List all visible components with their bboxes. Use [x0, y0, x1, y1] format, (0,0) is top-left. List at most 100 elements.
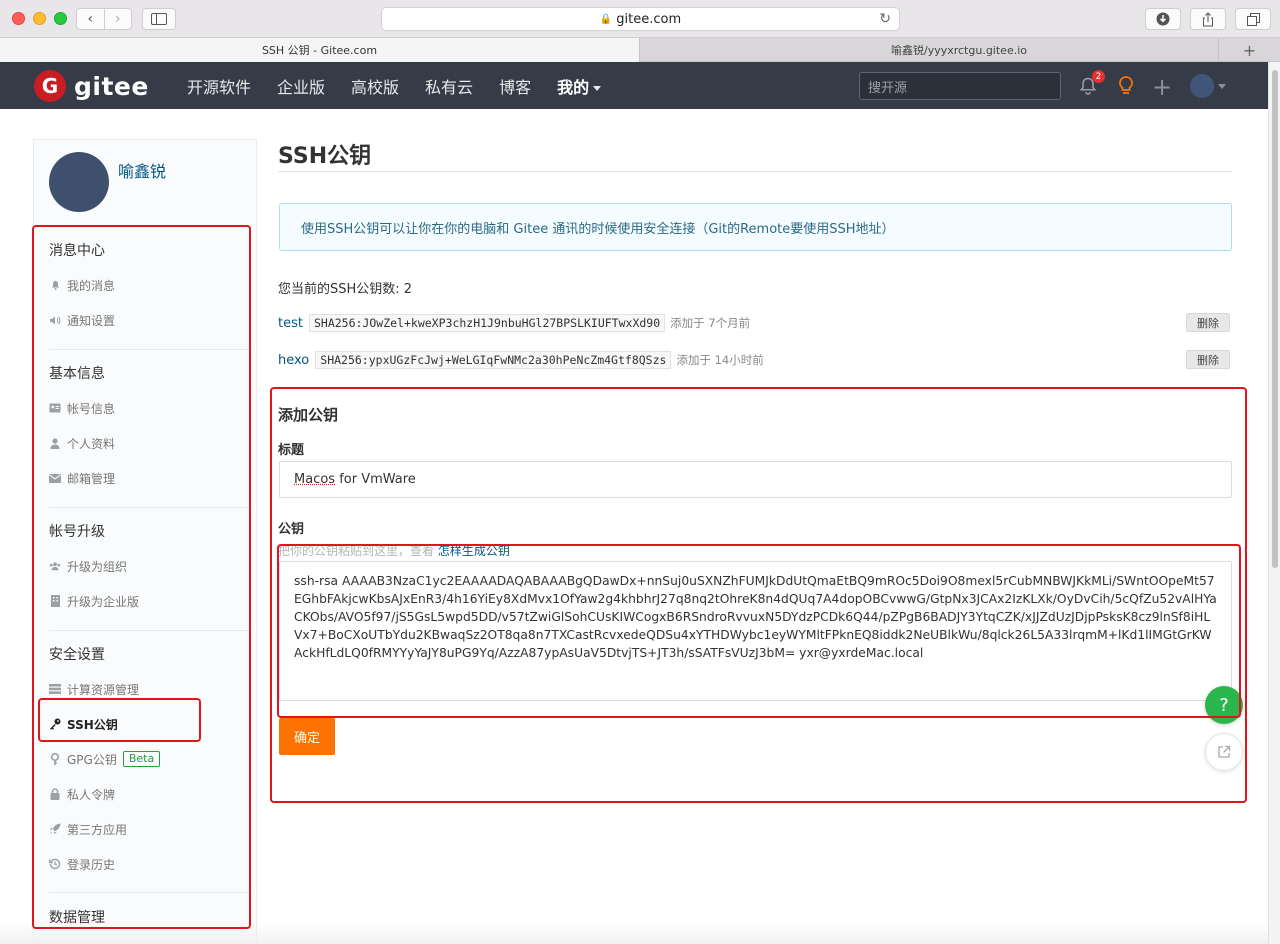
nav-open-source[interactable]: 开源软件 — [187, 74, 251, 98]
lightbulb-icon[interactable] — [1116, 75, 1136, 97]
minimize-window-button[interactable] — [33, 12, 46, 25]
sidebar-item-label: 我的消息 — [67, 278, 116, 293]
history-nav: ‹ › — [76, 8, 132, 30]
external-link-icon — [1218, 745, 1231, 758]
history-icon — [49, 858, 61, 870]
lock-icon — [49, 788, 61, 800]
ssh-key-fingerprint: SHA256:JOwZel+kweXP3chzH1J9nbuHGl27BPSLK… — [308, 314, 666, 332]
sidebar-item-account-info[interactable]: 帐号信息 — [49, 399, 115, 417]
sidebar-item-ssh-keys[interactable]: SSH公钥 — [49, 715, 118, 733]
delete-key-button[interactable]: 删除 — [1186, 313, 1230, 332]
gpg-key-icon — [49, 753, 61, 765]
share-icon[interactable] — [1190, 8, 1226, 30]
delete-key-button[interactable]: 删除 — [1186, 350, 1230, 369]
bell-icon — [49, 279, 61, 291]
sidebar-item-compute-resources[interactable]: 计算资源管理 — [49, 680, 139, 698]
help-button[interactable]: ? — [1205, 686, 1243, 724]
person-icon — [49, 437, 61, 449]
key-title-input[interactable]: Macos for VmWare — [279, 461, 1232, 498]
nav-private-cloud[interactable]: 私有云 — [425, 74, 473, 98]
sidebar-section-basic-info: 基本信息 — [49, 366, 105, 382]
speaker-icon — [49, 314, 61, 326]
tabs-overview-icon[interactable] — [1235, 8, 1271, 30]
envelope-icon — [49, 472, 61, 484]
lock-icon: 🔒 — [599, 13, 613, 25]
ssh-key-name[interactable]: test — [278, 316, 303, 331]
public-key-textarea[interactable]: ssh-rsa AAAAB3NzaC1yc2EAAAADAQABAAABgQDa… — [279, 561, 1232, 701]
scrollbar-thumb[interactable] — [1272, 70, 1278, 568]
sidebar-item-label: 登录历史 — [67, 857, 116, 872]
search-input[interactable]: 搜开源 — [859, 72, 1061, 100]
sidebar-item-label: 邮箱管理 — [67, 471, 116, 486]
nav-enterprise[interactable]: 企业版 — [277, 74, 325, 98]
sidebar-item-third-party-apps[interactable]: 第三方应用 — [49, 820, 127, 838]
how-to-generate-key-link[interactable]: 怎样生成公钥 — [438, 544, 510, 558]
sidebar-item-email[interactable]: 邮箱管理 — [49, 469, 115, 487]
beta-badge: Beta — [122, 751, 161, 767]
user-avatar[interactable] — [49, 152, 109, 212]
new-tab-button[interactable]: + — [1218, 38, 1280, 62]
avatar[interactable] — [1190, 74, 1214, 98]
sidebar-item-label: 计算资源管理 — [67, 682, 140, 697]
id-card-icon — [49, 402, 61, 414]
sidebar-section-security: 安全设置 — [49, 647, 105, 663]
sidebar-divider — [49, 892, 249, 893]
page-scrollbar[interactable] — [1268, 62, 1280, 944]
sidebar-item-label: SSH公钥 — [67, 717, 118, 732]
site-header: G gitee 开源软件 企业版 高校版 私有云 博客 我的 搜开源 2 + — [0, 62, 1268, 109]
chevron-down-icon — [593, 85, 602, 91]
sidebar-item-label: 第三方应用 — [67, 822, 128, 837]
gitee-logo[interactable]: G gitee — [34, 70, 149, 102]
confirm-button[interactable]: 确定 — [279, 718, 335, 755]
sidebar-toggle-icon[interactable] — [142, 8, 176, 30]
nav-university[interactable]: 高校版 — [351, 74, 399, 98]
sidebar-item-notification-settings[interactable]: 通知设置 — [49, 311, 115, 329]
avatar-chevron-down-icon[interactable] — [1218, 84, 1226, 89]
ssh-key-added-time: 添加于 7个月前 — [670, 316, 751, 330]
sidebar-item-upgrade-org[interactable]: 升级为组织 — [49, 557, 127, 575]
sidebar-item-gpg-keys[interactable]: GPG公钥 Beta — [49, 750, 161, 768]
ssh-key-row: test SHA256:JOwZel+kweXP3chzH1J9nbuHGl27… — [278, 313, 1232, 333]
close-window-button[interactable] — [12, 12, 25, 25]
title-divider — [278, 171, 1232, 172]
zoom-window-button[interactable] — [54, 12, 67, 25]
main-nav: 开源软件 企业版 高校版 私有云 博客 我的 — [187, 62, 627, 109]
sidebar-item-profile[interactable]: 个人资料 — [49, 434, 115, 452]
sidebar-username[interactable]: 喻鑫锐 — [118, 158, 166, 182]
tab-bar: SSH 公钥 - Gitee.com 喻鑫锐/yyyxrctgu.gitee.i… — [0, 38, 1280, 62]
gitee-logo-badge: G — [34, 70, 66, 102]
sidebar-item-label: 帐号信息 — [67, 401, 116, 416]
address-bar[interactable]: 🔒 gitee.com ↻ — [381, 7, 900, 31]
ssh-key-count: 您当前的SSH公钥数: 2 — [278, 282, 413, 297]
nav-mine-label: 我的 — [557, 77, 590, 97]
nav-mine[interactable]: 我的 — [557, 74, 602, 98]
key-title-word: Macos — [294, 472, 336, 487]
ssh-key-name[interactable]: hexo — [278, 353, 309, 368]
tab-ssh-keys[interactable]: SSH 公钥 - Gitee.com — [0, 38, 639, 62]
info-banner: 使用SSH公钥可以让你在你的电脑和 Gitee 通讯的时候使用安全连接（Git的… — [279, 203, 1232, 251]
reload-icon[interactable]: ↻ — [879, 11, 891, 27]
sidebar-item-label: 升级为组织 — [67, 559, 128, 574]
download-icon[interactable] — [1145, 8, 1181, 30]
sidebar-item-private-tokens[interactable]: 私人令牌 — [49, 785, 115, 803]
sidebar-divider — [49, 349, 249, 350]
create-plus-icon[interactable]: + — [1152, 73, 1172, 101]
tab-gitee-io[interactable]: 喻鑫锐/yyyxrctgu.gitee.io — [639, 38, 1278, 62]
gitee-logo-text: gitee — [74, 71, 149, 101]
sidebar-divider — [49, 630, 249, 631]
address-url: gitee.com — [616, 11, 682, 27]
add-key-heading: 添加公钥 — [278, 406, 339, 424]
sidebar-item-my-messages[interactable]: 我的消息 — [49, 276, 115, 294]
sidebar-item-upgrade-enterprise[interactable]: 升级为企业版 — [49, 592, 139, 610]
hint-text: 把你的公钥粘贴到这里，查看 — [278, 544, 438, 558]
sidebar-divider — [49, 507, 249, 508]
forward-arrow-icon[interactable]: › — [103, 9, 132, 29]
sidebar-item-login-history[interactable]: 登录历史 — [49, 855, 115, 873]
ssh-key-fingerprint: SHA256:ypxUGzFcJwj+WeLGIqFwNMc2a30hPeNcZ… — [315, 351, 672, 369]
sidebar-section-messages: 消息中心 — [49, 243, 105, 259]
external-link-button[interactable] — [1205, 733, 1243, 771]
sidebar-item-label: 个人资料 — [67, 436, 116, 451]
nav-blog[interactable]: 博客 — [499, 74, 531, 98]
back-arrow-icon[interactable]: ‹ — [77, 9, 104, 29]
bottom-edge-shadow — [0, 922, 1268, 944]
